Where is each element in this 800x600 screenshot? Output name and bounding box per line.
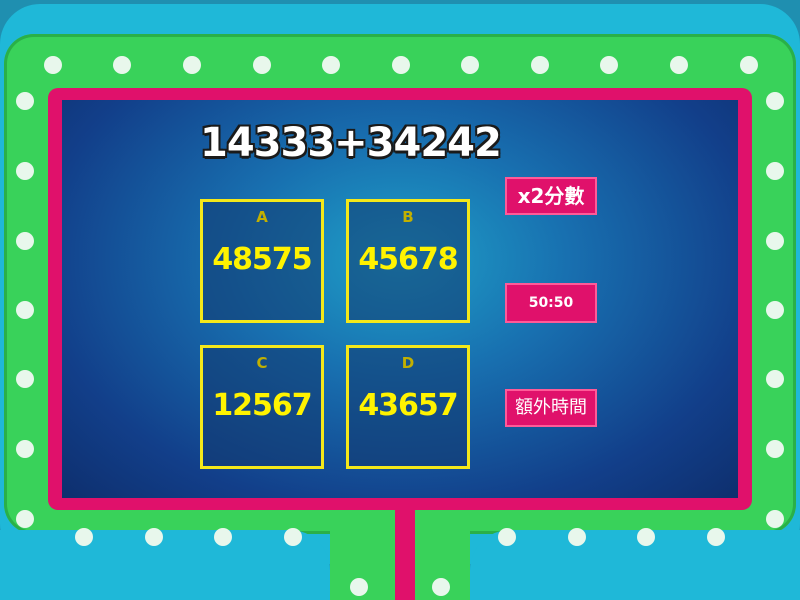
answer-b[interactable]: B 45678 xyxy=(346,199,470,323)
marquee-light xyxy=(183,56,201,74)
marquee-light xyxy=(284,528,302,546)
marquee-light xyxy=(44,56,62,74)
answer-c[interactable]: C 12567 xyxy=(200,345,324,469)
answer-letter: D xyxy=(401,354,415,372)
fifty-fifty-button[interactable]: 50:50 xyxy=(505,283,597,323)
marquee-light xyxy=(350,578,368,596)
marquee-light xyxy=(322,56,340,74)
frame-cutout-left xyxy=(0,530,330,600)
marquee-light xyxy=(16,301,34,319)
marquee-light xyxy=(766,510,784,528)
marquee-light xyxy=(568,528,586,546)
marquee-light xyxy=(637,528,655,546)
marquee-light xyxy=(670,56,688,74)
answer-value: 12567 xyxy=(212,388,312,423)
marquee-light xyxy=(392,56,410,74)
screen-border-stem xyxy=(395,500,415,600)
marquee-light xyxy=(16,162,34,180)
marquee-light xyxy=(214,528,232,546)
answer-value: 48575 xyxy=(212,242,312,277)
marquee-light xyxy=(16,440,34,458)
marquee-light xyxy=(531,56,549,74)
marquee-light xyxy=(498,528,516,546)
marquee-light xyxy=(600,56,618,74)
double-score-button[interactable]: x2分數 xyxy=(505,177,597,215)
marquee-light xyxy=(766,301,784,319)
marquee-light xyxy=(16,92,34,110)
question-text: 14333+34242 xyxy=(200,120,502,166)
marquee-light xyxy=(766,232,784,250)
marquee-light xyxy=(766,92,784,110)
marquee-light xyxy=(113,56,131,74)
answer-a[interactable]: A 48575 xyxy=(200,199,324,323)
marquee-light xyxy=(16,370,34,388)
marquee-light xyxy=(461,56,479,74)
marquee-light xyxy=(766,370,784,388)
answer-letter: C xyxy=(256,354,268,372)
answer-letter: B xyxy=(402,208,414,226)
marquee-light xyxy=(16,510,34,528)
marquee-light xyxy=(145,528,163,546)
marquee-light xyxy=(16,232,34,250)
marquee-light xyxy=(75,528,93,546)
marquee-light xyxy=(740,56,758,74)
marquee-light xyxy=(766,162,784,180)
answer-value: 45678 xyxy=(358,242,458,277)
marquee-light xyxy=(253,56,271,74)
answer-letter: A xyxy=(256,208,268,226)
marquee-light xyxy=(766,440,784,458)
frame-cutout-right xyxy=(470,530,800,600)
marquee-light xyxy=(432,578,450,596)
answer-d[interactable]: D 43657 xyxy=(346,345,470,469)
extra-time-button[interactable]: 額外時間 xyxy=(505,389,597,427)
marquee-light xyxy=(707,528,725,546)
answer-value: 43657 xyxy=(358,388,458,423)
